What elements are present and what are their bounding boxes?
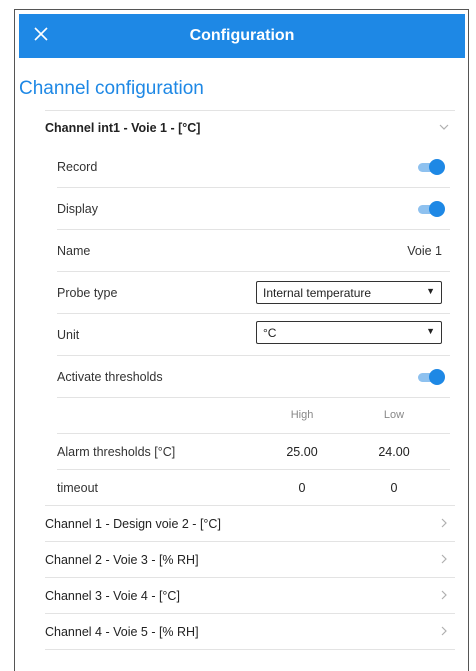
alarm-low-value[interactable]: 24.00: [364, 445, 424, 459]
col-high-header: High: [290, 409, 314, 421]
record-row: Record: [57, 146, 445, 188]
timeout-low-value[interactable]: 0: [364, 481, 424, 495]
name-row: Name Voie 1: [57, 230, 444, 272]
chevron-down-icon[interactable]: [438, 120, 450, 136]
channel-1-title: Channel 1 - Design voie 2 - [°C]: [45, 517, 221, 531]
thresholds-label: Activate thresholds: [57, 370, 163, 384]
unit-value: °C: [263, 325, 277, 340]
display-row: Display: [57, 188, 445, 230]
channel-1-header[interactable]: Channel 1 - Design voie 2 - [°C]: [45, 506, 450, 542]
unit-select[interactable]: °C ▼: [256, 321, 442, 344]
display-toggle[interactable]: [418, 201, 445, 217]
channel-3-title: Channel 3 - Voie 4 - [°C]: [45, 589, 180, 603]
dialog-title: Configuration: [189, 27, 295, 44]
channel-3-header[interactable]: Channel 3 - Voie 4 - [°C]: [45, 578, 450, 614]
record-toggle[interactable]: [418, 159, 445, 175]
probe-type-value: Internal temperature: [263, 285, 372, 300]
display-label: Display: [57, 202, 98, 216]
alarm-high-value[interactable]: 25.00: [272, 445, 332, 459]
channel-4-title: Channel 4 - Voie 5 - [% RH]: [45, 625, 199, 639]
name-value[interactable]: Voie 1: [407, 244, 442, 258]
channel-4-header[interactable]: Channel 4 - Voie 5 - [% RH]: [45, 614, 450, 650]
chevron-right-icon[interactable]: [438, 552, 450, 568]
thresholds-row: Activate thresholds: [57, 356, 445, 398]
divider: [45, 649, 455, 650]
close-icon[interactable]: [31, 25, 51, 45]
dialog-header: Configuration: [19, 14, 465, 58]
thresholds-toggle[interactable]: [418, 369, 445, 385]
probe-type-select[interactable]: Internal temperature ▼: [256, 281, 442, 304]
channel-2-title: Channel 2 - Voie 3 - [% RH]: [45, 553, 199, 567]
record-label: Record: [57, 160, 98, 174]
name-label: Name: [57, 244, 91, 258]
channel-int1-header[interactable]: Channel int1 - Voie 1 - [°C]: [45, 110, 450, 146]
chevron-right-icon[interactable]: [438, 588, 450, 604]
section-title: Channel configuration: [19, 78, 204, 99]
timeout-high-value[interactable]: 0: [272, 481, 332, 495]
chevron-right-icon[interactable]: [438, 516, 450, 532]
divider: [57, 397, 450, 398]
dropdown-arrow-icon: ▼: [426, 286, 435, 296]
chevron-right-icon[interactable]: [438, 624, 450, 640]
col-low-header: Low: [383, 409, 405, 421]
channel-2-header[interactable]: Channel 2 - Voie 3 - [% RH]: [45, 542, 450, 578]
channel-int1-title: Channel int1 - Voie 1 - [°C]: [45, 121, 201, 135]
dropdown-arrow-icon: ▼: [426, 326, 435, 336]
